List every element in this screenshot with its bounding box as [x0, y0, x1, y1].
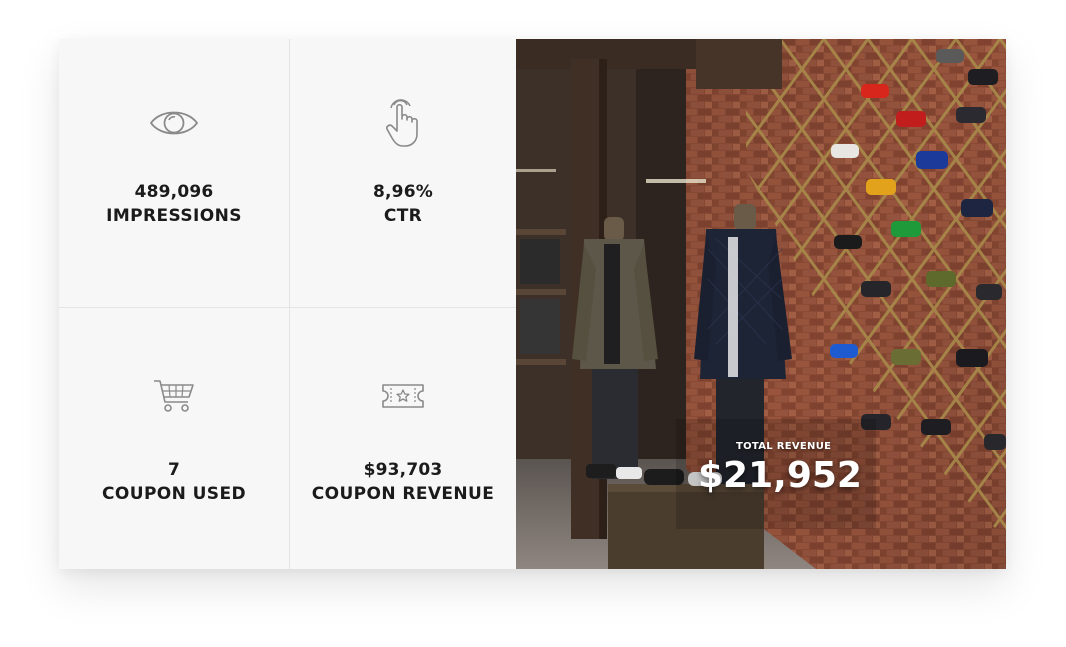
- total-revenue-value: $21,952: [698, 455, 862, 496]
- total-revenue-label: TOTAL REVENUE: [736, 441, 832, 452]
- eye-icon: [149, 99, 199, 147]
- ctr-label: CTR: [383, 206, 423, 226]
- impressions-label: IMPRESSIONS: [106, 206, 242, 226]
- pointer-hand-icon: [383, 99, 423, 147]
- ctr-value: 8,96%: [373, 182, 433, 202]
- coupon-revenue-tile: $93,703 COUPON REVENUE: [290, 308, 516, 569]
- coupon-used-value: 7: [167, 460, 181, 480]
- coupon-used-label: COUPON USED: [102, 484, 246, 504]
- ticket-icon: [379, 372, 427, 420]
- impressions-value: 489,096: [134, 182, 214, 202]
- stats-card: 489,096 IMPRESSIONS 8,96% CTR 7 COUPON U…: [59, 39, 1006, 569]
- coupon-revenue-value: $93,703: [363, 460, 443, 480]
- total-revenue-overlay: TOTAL REVENUE $21,952: [698, 441, 862, 496]
- impressions-tile: 489,096 IMPRESSIONS: [59, 39, 290, 308]
- shopping-cart-icon: [153, 372, 195, 420]
- ctr-tile: 8,96% CTR: [290, 39, 516, 308]
- coupon-revenue-label: COUPON REVENUE: [311, 484, 495, 504]
- store-photo: TOTAL REVENUE $21,952: [516, 39, 1006, 569]
- stats-grid: 489,096 IMPRESSIONS 8,96% CTR 7 COUPON U…: [59, 39, 516, 569]
- coupon-used-tile: 7 COUPON USED: [59, 308, 290, 569]
